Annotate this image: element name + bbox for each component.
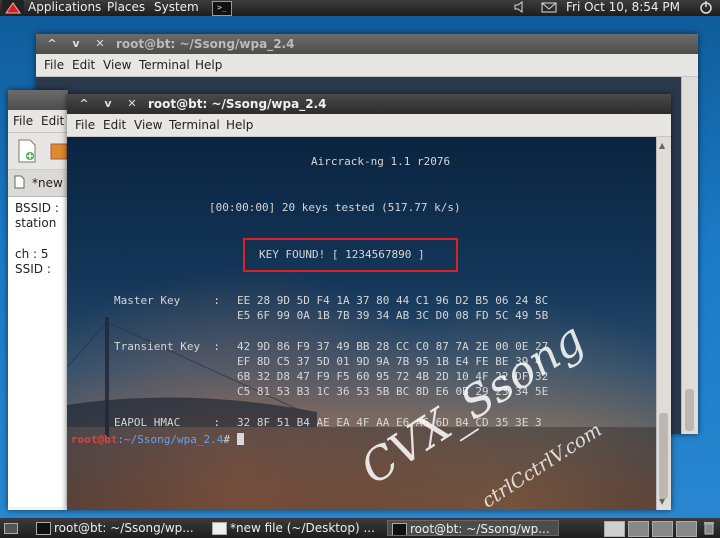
master-key-line: E5 6F 99 0A 1B 7B 39 34 AB 3C D0 08 FD 5… [237,309,549,322]
editor-line: SSID : [15,262,51,276]
menu-terminal[interactable]: Terminal [169,117,220,133]
editor-menubar: File Edit [8,110,68,133]
menu-terminal[interactable]: Terminal [139,57,190,73]
back-window-menubar: File Edit View Terminal Help [36,54,698,77]
task-label: root@bt: ~/Ssong/wp... [410,522,550,536]
task-text-editor[interactable]: *new file (~/Desktop) ... [208,520,380,536]
menu-edit[interactable]: Edit [41,113,64,129]
window-title: root@bt: ~/Ssong/wpa_2.4 [116,37,295,51]
places-menu[interactable]: Places [107,0,145,15]
back-window-scrollbar[interactable] [681,77,698,434]
back-window-titlebar[interactable]: ^ v ✕ root@bt: ~/Ssong/wpa_2.4 [36,34,698,54]
shell-prompt[interactable]: root@bt:~/Ssong/wpa_2.4# [71,433,244,446]
menu-file[interactable]: File [13,113,33,129]
terminal-icon [36,522,51,535]
open-icon[interactable] [50,141,68,164]
key-found-line: KEY FOUND! [ 1234567890 ] [259,248,425,261]
transient-key-label: Transient Key : [114,340,220,353]
minimize-icon[interactable]: v [68,36,84,52]
scroll-down-icon[interactable]: ▼ [659,497,665,506]
menu-file[interactable]: File [75,117,95,133]
new-document-icon[interactable] [16,139,38,166]
progress-line: [00:00:00] 20 keys tested (517.77 k/s) [209,201,461,214]
task-terminal-2[interactable]: root@bt: ~/Ssong/wp... [387,520,559,536]
terminal-launcher-icon[interactable]: >_ [212,1,232,16]
menu-help[interactable]: Help [226,117,253,133]
master-key-line: EE 28 9D 5D F4 1A 37 80 44 C1 96 D2 B5 0… [237,294,549,307]
task-label: *new file (~/Desktop) ... [230,521,375,535]
backtrack-logo-icon[interactable] [2,0,24,16]
prompt-path: :~/Ssong/wpa_2.4 [117,433,224,446]
menu-edit[interactable]: Edit [103,117,126,133]
show-desktop-icon[interactable] [4,523,18,537]
menu-view[interactable]: View [103,57,131,73]
window-menu-icon[interactable]: ^ [44,36,60,52]
bottom-taskbar: root@bt: ~/Ssong/wp... *new file (~/Desk… [0,518,720,538]
front-window-scrollbar[interactable]: ▲ ▼ [656,137,671,510]
menu-view[interactable]: View [134,117,162,133]
minimize-icon[interactable]: v [100,96,116,112]
tab-label: *new [32,176,63,190]
menu-edit[interactable]: Edit [72,57,95,73]
transient-key-line: 42 9D 86 F9 37 49 BB 28 CC C0 87 7A 2E 0… [237,340,549,353]
scroll-up-icon[interactable]: ▲ [659,141,665,150]
aircrack-banner: Aircrack-ng 1.1 r2076 [311,155,451,168]
editor-toolbar [8,133,68,170]
master-key-label: Master Key : [114,294,220,307]
editor-line: ch : 5 [15,247,49,261]
editor-window: File Edit *new BSSID : station ch : 5 SS… [8,90,68,510]
workspace-4[interactable] [676,521,697,537]
scroll-thumb[interactable] [659,413,668,499]
workspace-3[interactable] [652,521,673,537]
task-label: root@bt: ~/Ssong/wp... [54,521,194,535]
task-terminal-1[interactable]: root@bt: ~/Ssong/wp... [32,520,204,536]
eapol-hmac-label: EAPOL HMAC : [114,416,220,429]
applications-menu[interactable]: Applications [28,0,101,15]
window-menu-icon[interactable]: ^ [76,96,92,112]
menu-help[interactable]: Help [195,57,222,73]
front-window-menubar: File Edit View Terminal Help [67,114,671,137]
window-title: root@bt: ~/Ssong/wpa_2.4 [148,97,327,111]
document-icon [14,175,25,192]
clock[interactable]: Fri Oct 10, 8:54 PM [566,0,680,15]
volume-icon[interactable] [514,0,526,18]
terminal-icon [392,523,407,535]
power-icon[interactable] [699,0,713,18]
close-icon[interactable]: ✕ [92,36,108,52]
workspace-2[interactable] [628,521,649,537]
editor-tab[interactable]: *new [8,170,68,197]
text-cursor [236,433,244,445]
system-menu[interactable]: System [154,0,199,15]
scroll-thumb[interactable] [685,389,694,431]
editor-text-area[interactable]: BSSID : station ch : 5 SSID : [8,197,68,507]
menu-file[interactable]: File [44,57,64,73]
editor-line: BSSID : [15,201,59,215]
workspace-1[interactable] [604,521,625,537]
text-editor-icon [212,522,227,535]
top-panel: Applications Places System >_ Fri Oct 10… [0,0,720,16]
prompt-user: root@bt [71,433,118,446]
trash-icon[interactable] [703,521,715,538]
mail-icon[interactable] [541,0,557,18]
prompt-symbol: # [223,433,230,446]
editor-titlebar[interactable] [8,90,68,110]
close-icon[interactable]: ✕ [124,96,140,112]
front-window-titlebar[interactable]: ^ v ✕ root@bt: ~/Ssong/wpa_2.4 [67,94,671,114]
editor-line: station [15,216,57,230]
